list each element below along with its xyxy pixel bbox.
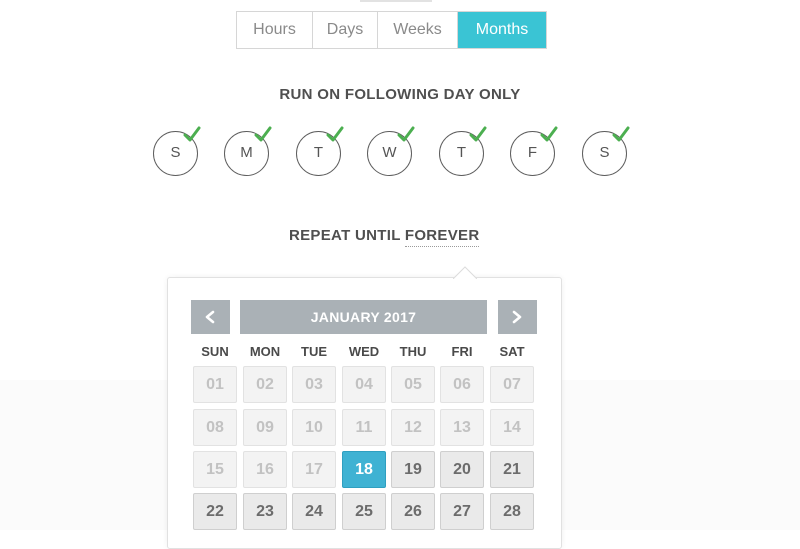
popup-caret xyxy=(453,266,477,279)
weekday-header: SAT xyxy=(499,344,525,359)
weekday-header: WED xyxy=(348,344,380,359)
repeat-label: REPEAT UNTIL xyxy=(289,227,401,244)
tab-months[interactable]: Months xyxy=(458,12,546,48)
day-label: W xyxy=(382,144,397,161)
top-divider xyxy=(360,0,432,2)
run-days-heading: RUN ON FOLLOWING DAY ONLY xyxy=(279,86,521,103)
calendar-day[interactable]: 12 xyxy=(391,409,435,446)
tab-hours[interactable]: Hours xyxy=(237,12,313,48)
day-label: F xyxy=(527,144,538,161)
calendar-day[interactable]: 22 xyxy=(193,493,237,530)
tab-days[interactable]: Days xyxy=(313,12,378,48)
calendar-day[interactable]: 26 xyxy=(391,493,435,530)
date-picker-popup: JANUARY 2017 SUN MON TUE WED THU FRI SAT… xyxy=(167,266,562,549)
check-icon xyxy=(540,126,558,142)
calendar-day[interactable]: 28 xyxy=(490,493,534,530)
calendar-month-title: JANUARY 2017 xyxy=(240,300,487,334)
calendar-day[interactable]: 20 xyxy=(440,451,484,488)
prev-month-button[interactable] xyxy=(191,300,230,334)
calendar-day[interactable]: 21 xyxy=(490,451,534,488)
calendar-day[interactable]: 02 xyxy=(243,366,287,403)
calendar-day[interactable]: 04 xyxy=(342,366,386,403)
chevron-right-icon xyxy=(512,310,522,324)
calendar-day[interactable]: 17 xyxy=(292,451,336,488)
calendar-day[interactable]: 19 xyxy=(391,451,435,488)
period-selector: Hours Days Weeks Months xyxy=(236,11,547,49)
day-toggle-wednesday[interactable]: W xyxy=(367,126,415,176)
check-icon xyxy=(469,126,487,142)
day-label: M xyxy=(240,144,253,161)
check-icon xyxy=(254,126,272,142)
weekday-header: MON xyxy=(249,344,281,359)
weekday-header: TUE xyxy=(301,344,327,359)
check-icon xyxy=(397,126,415,142)
day-label: S xyxy=(599,144,610,161)
calendar-day[interactable]: 11 xyxy=(342,409,386,446)
day-toggle-saturday[interactable]: S xyxy=(582,126,630,176)
tab-weeks[interactable]: Weeks xyxy=(378,12,458,48)
calendar-day[interactable]: 27 xyxy=(440,493,484,530)
calendar-day[interactable]: 06 xyxy=(440,366,484,403)
calendar-day[interactable]: 23 xyxy=(243,493,287,530)
day-toggle-friday[interactable]: F xyxy=(510,126,558,176)
calendar-day[interactable]: 13 xyxy=(440,409,484,446)
calendar-day[interactable]: 24 xyxy=(292,493,336,530)
calendar-day[interactable]: 16 xyxy=(243,451,287,488)
day-label: T xyxy=(313,144,324,161)
check-icon xyxy=(612,126,630,142)
chevron-left-icon xyxy=(205,310,215,324)
next-month-button[interactable] xyxy=(498,300,537,334)
weekday-header: FRI xyxy=(451,344,473,359)
day-toggle-sunday[interactable]: S xyxy=(153,126,201,176)
calendar-day[interactable]: 03 xyxy=(292,366,336,403)
day-toggle-tuesday[interactable]: T xyxy=(296,126,344,176)
repeat-until: REPEAT UNTIL FOREVER xyxy=(289,227,480,247)
day-label: T xyxy=(456,144,467,161)
day-toggle-monday[interactable]: M xyxy=(224,126,272,176)
calendar-day[interactable]: 10 xyxy=(292,409,336,446)
calendar-day[interactable]: 08 xyxy=(193,409,237,446)
calendar-day[interactable]: 09 xyxy=(243,409,287,446)
calendar-day[interactable]: 25 xyxy=(342,493,386,530)
day-label: S xyxy=(170,144,181,161)
weekday-header: THU xyxy=(399,344,427,359)
calendar-day[interactable]: 07 xyxy=(490,366,534,403)
weekday-header: SUN xyxy=(201,344,229,359)
calendar-day[interactable]: 14 xyxy=(490,409,534,446)
check-icon xyxy=(326,126,344,142)
calendar-day[interactable]: 01 xyxy=(193,366,237,403)
day-toggle-thursday[interactable]: T xyxy=(439,126,487,176)
calendar-day[interactable]: 05 xyxy=(391,366,435,403)
calendar-day[interactable]: 15 xyxy=(193,451,237,488)
check-icon xyxy=(183,126,201,142)
calendar-day-selected[interactable]: 18 xyxy=(342,451,386,488)
repeat-until-dropdown[interactable]: FOREVER xyxy=(404,227,480,247)
